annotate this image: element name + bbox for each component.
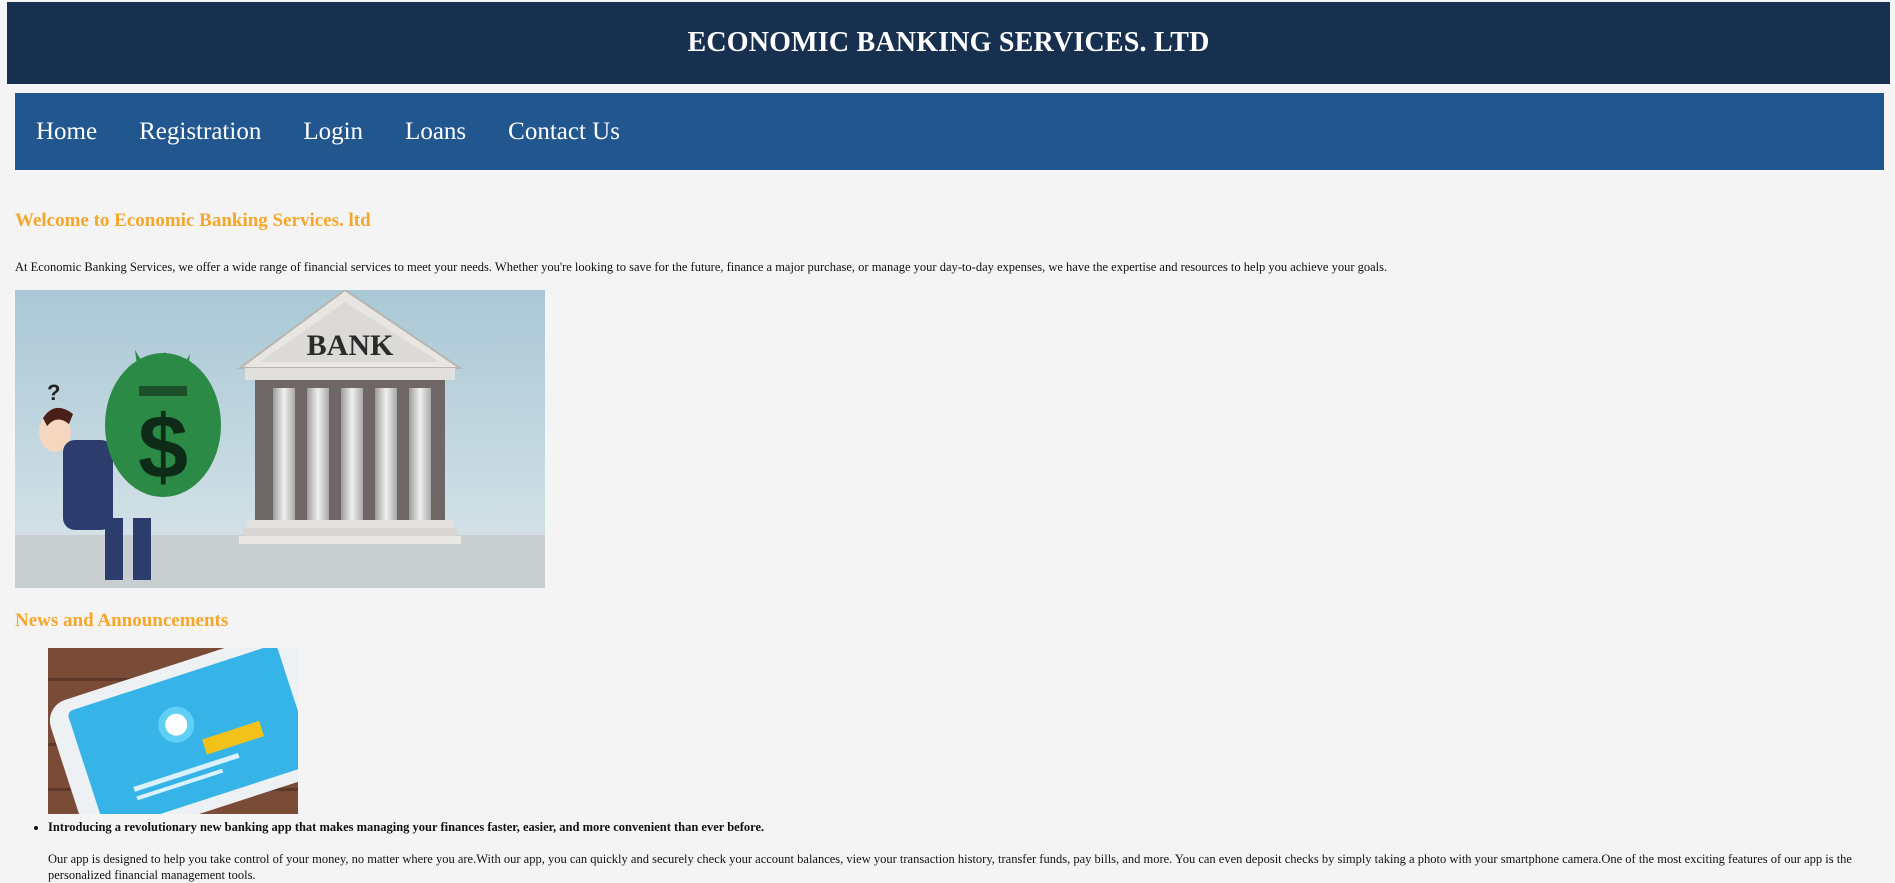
svg-text:$: $ [138, 398, 188, 498]
nav-home-link[interactable]: Home [36, 118, 97, 146]
news-list: Introducing a revolutionary new banking … [15, 648, 1885, 883]
news-item: Introducing a revolutionary new banking … [48, 648, 1885, 883]
news-headline: Introducing a revolutionary new banking … [48, 820, 765, 834]
news-heading: News and Announcements [15, 610, 229, 631]
site-title: ECONOMIC BANKING SERVICES. LTD [687, 27, 1210, 58]
nav-loans-link[interactable]: Loans [405, 118, 466, 146]
nav-contact-us-link[interactable]: Contact Us [508, 118, 620, 146]
bank-sign-text: BANK [307, 329, 394, 362]
main-nav: Home Registration Login Loans Contact Us [15, 93, 1884, 170]
nav-registration-link[interactable]: Registration [139, 118, 261, 146]
welcome-heading: Welcome to Economic Banking Services. lt… [15, 210, 371, 231]
svg-text:?: ? [47, 380, 60, 405]
main-content: Welcome to Economic Banking Services. lt… [15, 210, 1885, 882]
news-body: Our app is designed to help you take con… [48, 852, 1852, 882]
nav-login-link[interactable]: Login [303, 118, 363, 146]
site-header: ECONOMIC BANKING SERVICES. LTD [7, 2, 1890, 84]
welcome-text: At Economic Banking Services, we offer a… [15, 260, 1388, 274]
bank-illustration: BANK $ ? [15, 290, 545, 588]
banking-app-phone-image [48, 648, 298, 814]
